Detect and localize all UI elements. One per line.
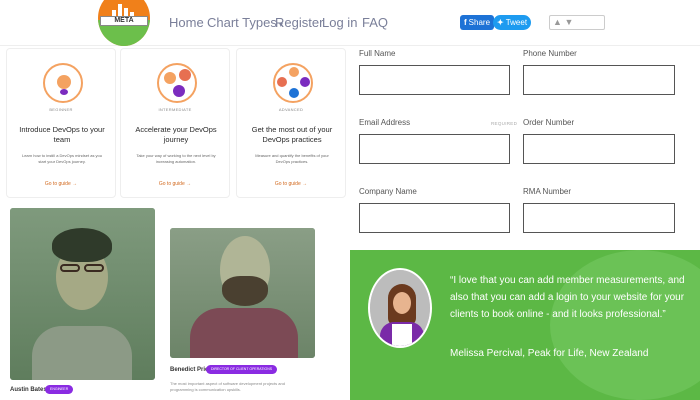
rma-number-field[interactable] (523, 203, 675, 233)
testimonial-quote: “I love that you can add member measurem… (450, 275, 685, 320)
vote-widget[interactable]: ▲ ▼ (549, 15, 605, 30)
top-nav: META Home Chart Types ▾ Register Log in F… (0, 0, 700, 46)
required-indicator: REQUIRED (491, 121, 518, 126)
logo-text: META (100, 16, 148, 26)
testimonial-author: Melissa Percival, Peak for Life, New Zea… (450, 348, 649, 359)
vote-down-icon[interactable]: ▼ (564, 17, 573, 27)
team-section: Austin Bates Engineer Benedict Price Dir… (0, 203, 350, 400)
person-description: The most important aspect of software de… (170, 381, 285, 392)
company-name-label: Company Name (359, 187, 417, 196)
nav-home[interactable]: Home (169, 15, 204, 30)
person-photo (170, 228, 315, 358)
card-title: Accelerate your DevOps journey (135, 125, 217, 144)
card-title: Get the most out of your DevOps practice… (251, 125, 333, 144)
nav-login[interactable]: Log in (322, 15, 357, 30)
twitter-icon: ✦ (497, 18, 504, 27)
go-to-guide-link[interactable]: Go to guide → (7, 181, 115, 187)
page: META Home Chart Types ▾ Register Log in F… (0, 0, 700, 400)
card-description: Take your way of working to the next lev… (136, 153, 216, 164)
person-photo (10, 208, 155, 380)
email-address-label: Email Address (359, 118, 411, 127)
order-number-label: Order Number (523, 118, 575, 127)
tweet-label: Tweet (505, 18, 528, 27)
company-name-field[interactable] (359, 203, 510, 233)
tweet-button[interactable]: ✦ Tweet (493, 15, 532, 30)
card-level-tag: Beginner (49, 107, 73, 112)
person-name: Austin Bates (10, 387, 47, 393)
email-field[interactable] (359, 134, 510, 164)
person-role-badge: Engineer (45, 385, 74, 394)
full-name-label: Full Name (359, 49, 396, 58)
card-level-tag: Intermediate (158, 107, 192, 112)
person-role-badge: Director of Client Operations (206, 365, 278, 374)
go-to-guide-link[interactable]: Go to guide → (121, 181, 229, 187)
phone-number-field[interactable] (523, 65, 675, 95)
full-name-field[interactable] (359, 65, 510, 95)
facebook-share-button[interactable]: f Share (460, 15, 495, 30)
facebook-icon: f (464, 18, 467, 27)
rma-number-label: RMA Number (523, 187, 572, 196)
guide-card-advanced: Advanced Get the most out of your DevOps… (236, 48, 346, 198)
card-level-tag: Advanced (278, 107, 304, 112)
go-to-guide-link[interactable]: Go to guide → (237, 181, 345, 187)
team-illustration-icon (157, 63, 197, 103)
card-description: Learn how to instill a DevOps mindset as… (21, 153, 103, 164)
testimonial-avatar (368, 268, 432, 348)
order-number-field[interactable] (523, 134, 675, 164)
meta-logo[interactable]: META (98, 0, 150, 46)
team-illustration-icon (43, 63, 83, 103)
nav-faq[interactable]: FAQ (362, 15, 388, 30)
nav-register[interactable]: Register (275, 15, 323, 30)
testimonial-banner: “I love that you can add member measurem… (350, 250, 700, 400)
phone-number-label: Phone Number (523, 49, 577, 58)
card-description: Measure and quantify the benefits of you… (255, 153, 329, 164)
card-title: Introduce DevOps to your team (19, 125, 105, 144)
guide-card-intermediate: Intermediate Accelerate your DevOps jour… (120, 48, 230, 198)
vote-up-icon[interactable]: ▲ (553, 17, 562, 27)
team-illustration-icon (273, 63, 313, 103)
nav-chart-types-label: Chart Types (207, 15, 277, 30)
nav-chart-types[interactable]: Chart Types ▾ (207, 15, 283, 30)
guide-card-beginner: Beginner Introduce DevOps to your team L… (6, 48, 116, 198)
share-label: Share (468, 18, 491, 27)
